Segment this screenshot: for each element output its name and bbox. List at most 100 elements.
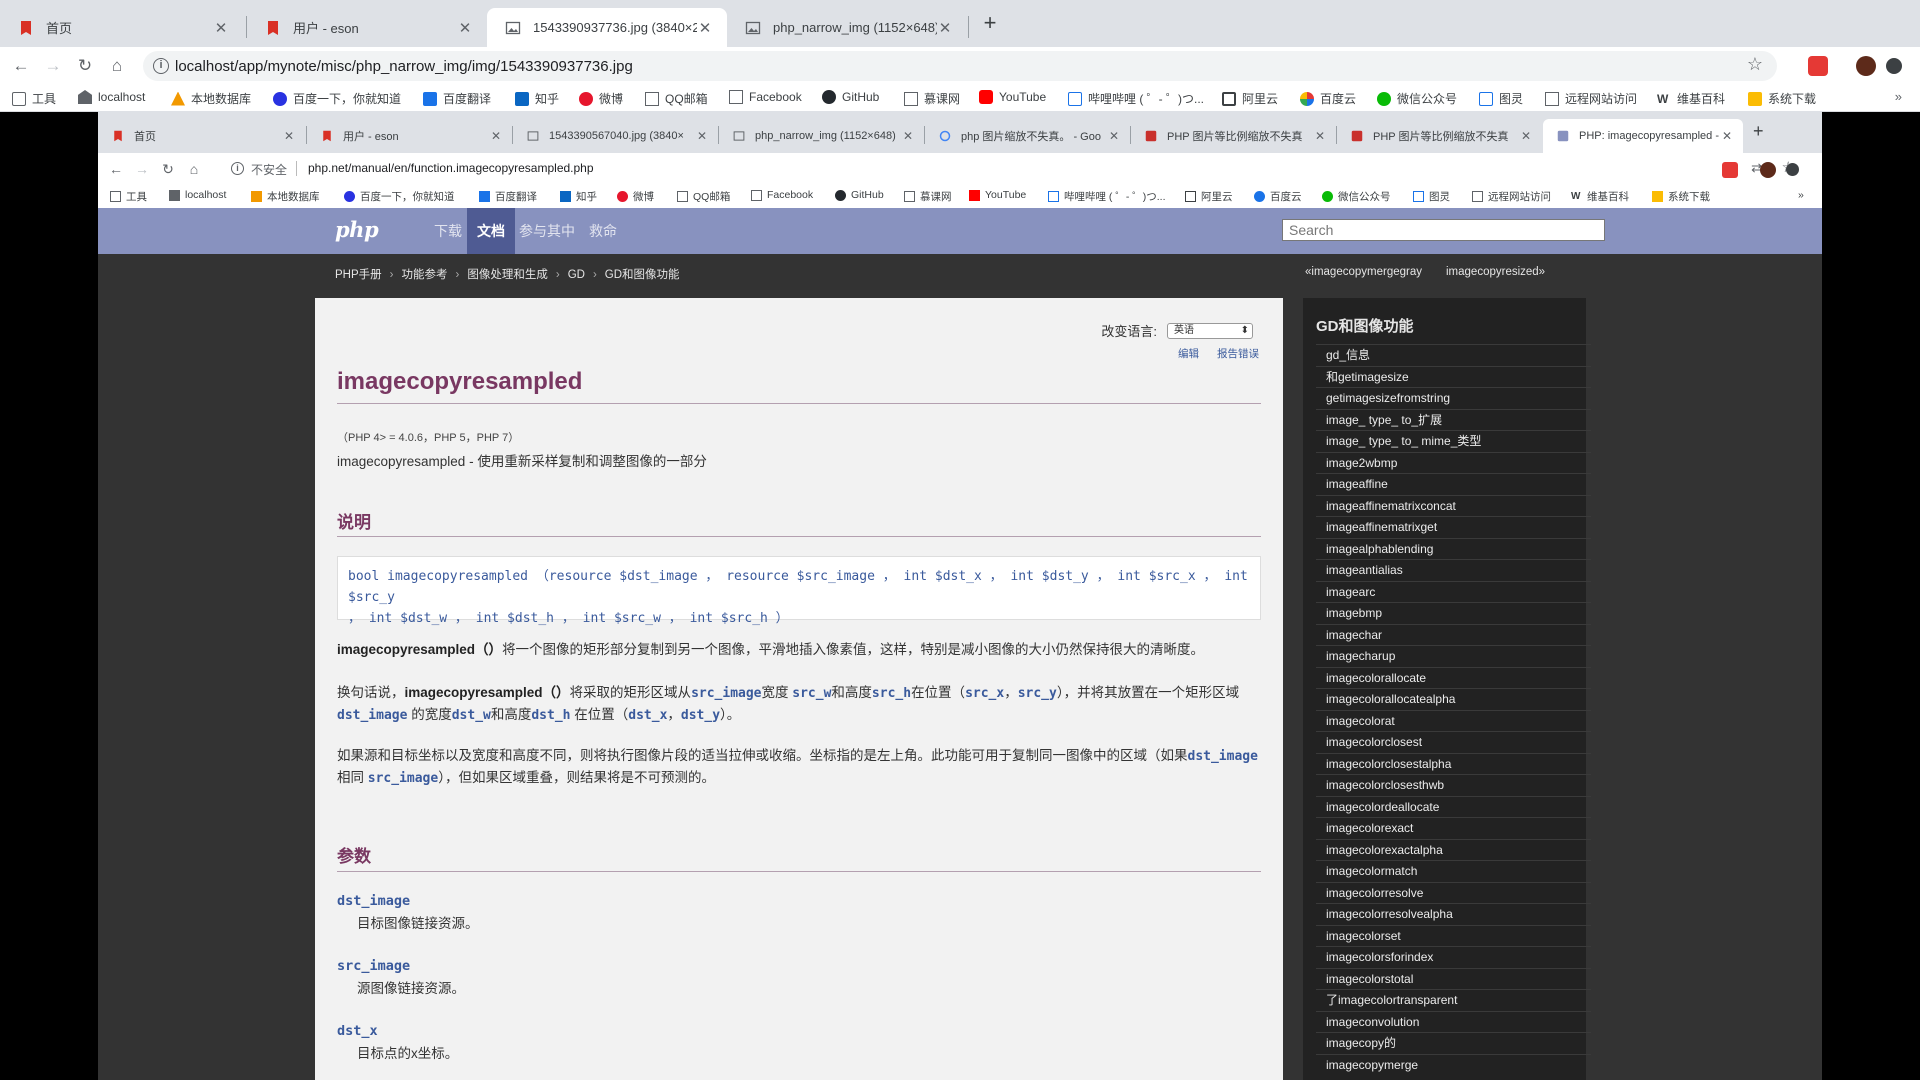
close-icon[interactable]: ✕ bbox=[937, 19, 953, 37]
inner-tab: 首页 ✕ bbox=[98, 119, 305, 153]
bookmark-item: W 维基百科 bbox=[1571, 191, 1629, 203]
url-text[interactable]: localhost/app/mynote/misc/php_narrow_img… bbox=[175, 58, 633, 75]
bookmark-item[interactable]: Facebook bbox=[729, 90, 802, 104]
page-icon bbox=[751, 189, 762, 201]
folder-icon bbox=[110, 191, 121, 202]
tab-image-active[interactable]: 1543390937736.jpg (3840×2160) ✕ bbox=[487, 8, 727, 47]
page-icon bbox=[645, 91, 659, 106]
close-icon[interactable]: ✕ bbox=[213, 19, 229, 37]
forward-icon: → bbox=[135, 161, 149, 177]
avatar bbox=[1760, 162, 1776, 178]
bookmark-item[interactable]: W 维基百科 bbox=[1657, 90, 1725, 107]
translate-icon bbox=[479, 191, 490, 202]
csdn-icon bbox=[1351, 130, 1363, 142]
edit-links: 编辑 报告错误 bbox=[1160, 346, 1259, 361]
bookmark-item[interactable]: 哔哩哔哩 ( ゜- ゜)つ... bbox=[1068, 90, 1204, 107]
bilibili-icon bbox=[1068, 91, 1082, 106]
bookmark-item[interactable]: 知乎 bbox=[515, 90, 559, 107]
bookmark-item[interactable]: 微信公众号 bbox=[1377, 90, 1457, 107]
bookmark-item[interactable]: 图灵 bbox=[1479, 90, 1523, 107]
sidebar-function-link: image_ type_ to_扩展 bbox=[1316, 408, 1591, 431]
param-desc: 目标点的x坐标。 bbox=[357, 1046, 459, 1061]
param-name: src_image bbox=[337, 958, 411, 974]
tab-narrow-img[interactable]: php_narrow_img (1152×648) ✕ bbox=[727, 8, 967, 47]
doc-content: 改变语言: 英语 编辑 报告错误 imagecopyresampled （PHP … bbox=[315, 298, 1283, 1080]
zhihu-icon bbox=[560, 191, 571, 202]
close-icon: ✕ bbox=[283, 129, 295, 143]
bookmark-item[interactable]: 百度一下，你就知道 bbox=[273, 90, 401, 107]
description-paragraph-1: imagecopyresampled（）将一个图像的矩形部分复制到另一个图像，平… bbox=[337, 642, 1205, 657]
bookmark-item[interactable]: 阿里云 bbox=[1222, 90, 1278, 107]
bookmark-item[interactable]: 百度云 bbox=[1300, 90, 1356, 107]
param-name: dst_image bbox=[337, 893, 411, 909]
image-icon bbox=[527, 131, 539, 141]
bookmark-item: 知乎 bbox=[560, 189, 597, 204]
reload-icon: ↻ bbox=[162, 161, 174, 177]
address-bar[interactable]: i localhost/app/mynote/misc/php_narrow_i… bbox=[143, 51, 1777, 81]
bookmark-item[interactable]: 远程网站访问 bbox=[1545, 90, 1637, 107]
version-info: （PHP 4> = 4.0.6，PHP 5，PHP 7） bbox=[337, 432, 520, 444]
ref-purpose: imagecopyresampled - 使用重新采样复制和调整图像的一部分 bbox=[337, 454, 707, 469]
extension-icon[interactable] bbox=[1886, 58, 1902, 74]
aliyun-icon bbox=[1222, 91, 1236, 106]
close-icon[interactable]: ✕ bbox=[457, 19, 473, 37]
star-icon[interactable]: ☆ bbox=[1747, 54, 1763, 75]
close-icon[interactable]: ✕ bbox=[697, 19, 713, 37]
bookmark-item[interactable]: QQ邮箱 bbox=[645, 90, 708, 107]
sidebar-function-link: imagecolorsforindex bbox=[1316, 946, 1591, 968]
home-button[interactable]: ⌂ bbox=[105, 54, 129, 78]
wikipedia-icon: W bbox=[1571, 191, 1581, 202]
sidebar-list: gd_信息 和getimagesize getimagesizefromstring… bbox=[1316, 344, 1591, 1075]
param-desc: 源图像链接资源。 bbox=[357, 981, 465, 996]
nav-get-involved: 参与其中 bbox=[519, 223, 575, 239]
bookmark-item[interactable]: 工具 bbox=[12, 90, 56, 107]
back-icon: ← bbox=[109, 161, 123, 177]
bookmark-item: 微信公众号 bbox=[1322, 189, 1391, 204]
bookmark-item[interactable]: GitHub bbox=[822, 90, 879, 104]
page-icon bbox=[169, 189, 180, 201]
description-paragraph-3: 如果源和目标坐标以及宽度和高度不同，则将执行图像片段的适当拉伸或收缩。坐标指的是… bbox=[337, 748, 1258, 786]
inner-tab: 1543390567040.jpg (3840× ✕ bbox=[513, 119, 718, 153]
image-icon bbox=[745, 21, 761, 34]
tuling-icon bbox=[1413, 191, 1424, 202]
close-icon: ✕ bbox=[1721, 129, 1733, 143]
bookmark-item[interactable]: YouTube bbox=[979, 90, 1046, 104]
avatar[interactable] bbox=[1856, 56, 1876, 76]
bookmark-item[interactable]: 本地数据库 bbox=[171, 90, 251, 107]
forward-button[interactable]: → bbox=[41, 54, 65, 78]
sidebar-title: GD和图像功能 bbox=[1316, 318, 1414, 335]
new-tab-icon: + bbox=[1753, 121, 1764, 141]
db-icon bbox=[251, 191, 262, 202]
wechat-icon bbox=[1377, 91, 1391, 106]
back-button[interactable]: ← bbox=[9, 54, 33, 78]
tab-user[interactable]: 用户 - eson ✕ bbox=[247, 8, 487, 47]
bookmark-item[interactable]: 百度翻译 bbox=[423, 90, 491, 107]
page-icon bbox=[904, 191, 915, 202]
baidu-icon bbox=[344, 191, 355, 202]
folder-icon bbox=[12, 91, 26, 106]
close-icon: ✕ bbox=[490, 129, 502, 143]
sidebar-function-link: imagecolormatch bbox=[1316, 860, 1591, 882]
info-icon[interactable]: i bbox=[153, 58, 169, 74]
bookmark-item: 哔哩哔哩 ( ゜- ゜)つ... bbox=[1048, 189, 1166, 204]
sidebar-function-link: imageantialias bbox=[1316, 559, 1591, 581]
page-icon bbox=[1545, 91, 1559, 106]
bilibili-icon bbox=[1048, 191, 1059, 202]
weibo-icon bbox=[617, 191, 628, 202]
bookmark-item[interactable]: 系统下载 bbox=[1748, 90, 1816, 107]
close-icon: ✕ bbox=[902, 129, 914, 143]
bookmark-item[interactable]: localhost bbox=[78, 90, 145, 104]
browser-toolbar: ← → ↻ ⌂ i localhost/app/mynote/misc/php_… bbox=[0, 47, 1920, 85]
image-icon bbox=[733, 131, 745, 141]
bookmark-item[interactable]: 微博 bbox=[579, 90, 623, 107]
extension-fe-icon[interactable] bbox=[1808, 56, 1828, 76]
inner-tab-strip: 首页 ✕ 用户 - eson ✕ 1543390567040.jpg (3840× ✕… bbox=[98, 111, 1822, 153]
sidebar-function-link: imagecolorexact bbox=[1316, 817, 1591, 839]
bookmark-item[interactable]: 慕课网 bbox=[904, 90, 960, 107]
new-tab-button[interactable]: + bbox=[976, 10, 1004, 38]
bookmarks-more-button[interactable]: » bbox=[1895, 89, 1902, 104]
tab-home[interactable]: 首页 ✕ bbox=[0, 8, 243, 47]
info-icon: i bbox=[231, 162, 244, 175]
bookmark-item: localhost bbox=[169, 189, 226, 201]
reload-button[interactable]: ↻ bbox=[73, 54, 97, 78]
